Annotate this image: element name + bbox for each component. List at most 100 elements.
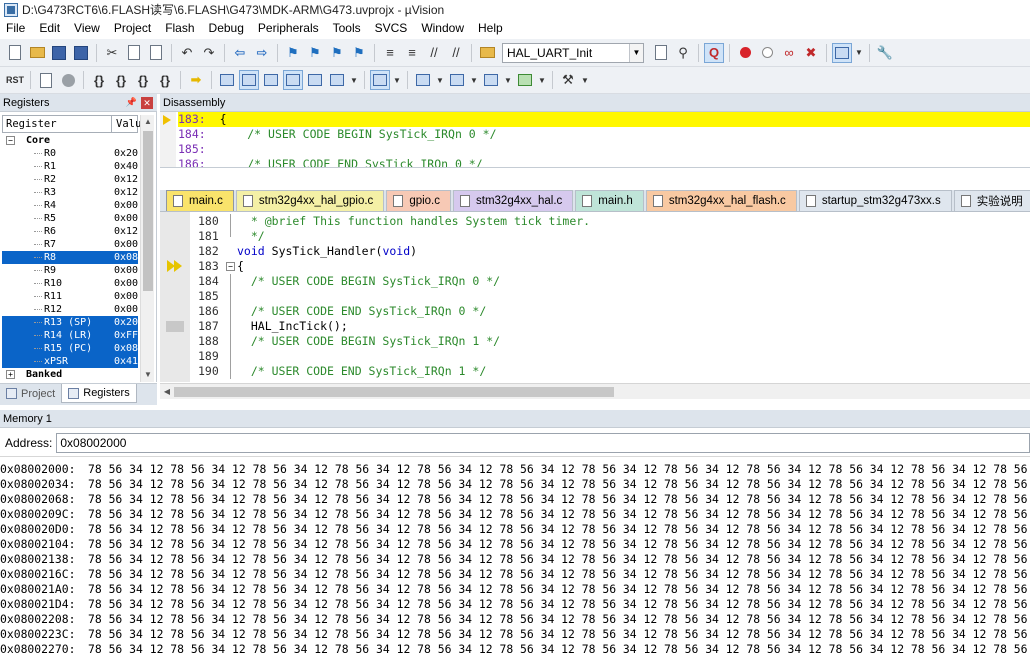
register-row[interactable]: R0 0x20 [2, 147, 138, 160]
scroll-down-icon[interactable]: ▼ [141, 368, 155, 382]
editor-tab-7[interactable]: startup_stm32g473xx.s [798, 190, 952, 211]
window-layout-button[interactable] [832, 42, 852, 63]
open-file-button[interactable] [27, 43, 47, 63]
undo-button[interactable]: ↶ [177, 43, 197, 63]
register-row[interactable]: R8 0x08 [2, 251, 138, 264]
analysis-window-button[interactable] [447, 70, 467, 90]
call-stack-window-button[interactable] [305, 70, 325, 90]
step-over-button[interactable]: {} [111, 70, 131, 90]
disassembly-line[interactable]: 185: [178, 142, 220, 157]
insert-breakpoint-button[interactable] [735, 43, 755, 63]
watch-window-button[interactable] [327, 70, 347, 90]
expand-icon[interactable]: + [6, 370, 15, 379]
navigate-forward-button[interactable]: ⇨ [252, 43, 272, 63]
menu-help[interactable]: Help [471, 19, 510, 38]
memory-window-button[interactable] [370, 70, 390, 90]
disassembly-line[interactable]: 183: { [178, 112, 1030, 127]
new-file-button[interactable] [5, 43, 25, 63]
menu-project[interactable]: Project [107, 19, 158, 38]
save-button[interactable] [49, 43, 69, 63]
register-row[interactable]: R1 0x40 [2, 160, 138, 173]
editor-tab-8[interactable]: 实验说明 [953, 190, 1030, 211]
close-icon[interactable]: ✕ [141, 97, 153, 109]
tab-registers[interactable]: Registers [61, 384, 137, 403]
disassembly-window-button[interactable] [239, 70, 259, 90]
pin-icon[interactable]: 📌 [126, 97, 137, 108]
uncomment-button[interactable]: // [446, 43, 466, 63]
code-line[interactable]: 185 [160, 289, 1030, 304]
register-row[interactable]: R4 0x00 [2, 199, 138, 212]
register-row[interactable]: R14 (LR) 0xFF [2, 329, 138, 342]
code-line[interactable]: 181 */ [160, 229, 1030, 244]
address-input[interactable]: 0x08002000 [56, 432, 1030, 453]
code-line[interactable]: 187 HAL_IncTick(); [160, 319, 1030, 334]
editor-tab-4[interactable]: stm32g4xx_hal.c [453, 190, 574, 211]
configure-button[interactable]: 🔧 [875, 43, 895, 63]
register-row[interactable]: xPSR 0x41 [2, 355, 138, 368]
menu-peripherals[interactable]: Peripherals [251, 19, 326, 38]
menu-flash[interactable]: Flash [158, 19, 201, 38]
menu-view[interactable]: View [67, 19, 107, 38]
run-to-cursor-button[interactable]: {} [155, 70, 175, 90]
register-row[interactable]: R7 0x00 [2, 238, 138, 251]
disassembly-line[interactable]: 184: /* USER CODE BEGIN SysTick_IRQn 0 *… [178, 127, 497, 142]
column-register[interactable]: Register [6, 118, 57, 130]
editor-tab-5[interactable]: main.h [575, 190, 644, 211]
code-line[interactable]: 182 void SysTick_Handler(void) [160, 244, 1030, 259]
menu-edit[interactable]: Edit [32, 19, 67, 38]
menu-tools[interactable]: Tools [326, 19, 368, 38]
editor-horizontal-scrollbar[interactable]: ◀ [160, 383, 1030, 399]
tab-project[interactable]: Project [0, 384, 61, 403]
reset-button[interactable]: RST [5, 70, 25, 90]
find-in-files-button[interactable] [477, 43, 497, 63]
register-row[interactable]: R10 0x00 [2, 277, 138, 290]
bookmark-toggle-button[interactable]: ⚑ [283, 43, 303, 63]
register-row[interactable]: R5 0x00 [2, 212, 138, 225]
indent-button[interactable]: ≡ [380, 43, 400, 63]
bookmark-clear-button[interactable]: ⚑ [349, 43, 369, 63]
memory-view[interactable]: 0x08002000: 78 56 34 12 78 56 34 12 78 56… [0, 460, 1030, 659]
register-row[interactable]: R11 0x00 [2, 290, 138, 303]
code-line[interactable]: 180 * @brief This function handles Syste… [160, 214, 1030, 229]
register-group-banked[interactable]: + Banked [2, 368, 138, 381]
code-line[interactable]: 183−{ [160, 259, 1030, 274]
code-line[interactable]: 184 /* USER CODE BEGIN SysTick_IRQn 0 */ [160, 274, 1030, 289]
toolbox-dropdown[interactable]: ▼ [580, 70, 590, 90]
trace-window-button[interactable] [481, 70, 501, 90]
breakpoint-marker[interactable] [166, 321, 184, 332]
scroll-left-icon[interactable]: ◀ [160, 384, 174, 400]
registers-window-button[interactable] [283, 70, 303, 90]
editor-tab-1[interactable]: main.c [166, 190, 234, 211]
register-row[interactable]: R3 0x12 [2, 186, 138, 199]
system-viewer-dropdown[interactable]: ▼ [537, 70, 547, 90]
menu-debug[interactable]: Debug [202, 19, 251, 38]
menu-window[interactable]: Window [414, 19, 471, 38]
window-layout-dropdown[interactable]: ▼ [854, 43, 864, 63]
function-combo[interactable]: HAL_UART_Init ▼ [502, 42, 644, 63]
register-row[interactable]: R6 0x12 [2, 225, 138, 238]
symbols-window-button[interactable] [261, 70, 281, 90]
bookmark-next-button[interactable]: ⚑ [327, 43, 347, 63]
show-next-statement-button[interactable]: ➡ [186, 70, 206, 90]
code-line[interactable]: 188 /* USER CODE BEGIN SysTick_IRQn 1 */ [160, 334, 1030, 349]
incremental-find-button[interactable]: ⚲ [673, 43, 693, 63]
register-row[interactable]: R15 (PC) 0x08 [2, 342, 138, 355]
redo-button[interactable]: ↷ [199, 43, 219, 63]
register-group-core[interactable]: − Core [2, 134, 138, 147]
code-editor[interactable]: 180 * @brief This function handles Syste… [160, 212, 1030, 382]
navigate-back-button[interactable]: ⇦ [230, 43, 250, 63]
disassembly-view[interactable]: 183: {184: /* USER CODE BEGIN SysTick_IR… [160, 112, 1030, 168]
kill-all-breakpoints-button[interactable]: ✖ [801, 43, 821, 63]
unindent-button[interactable]: ≡ [402, 43, 422, 63]
copy-button[interactable] [124, 43, 144, 63]
comment-button[interactable]: // [424, 43, 444, 63]
code-line[interactable]: 190 /* USER CODE END SysTick_IRQn 1 */ [160, 364, 1030, 379]
cut-button[interactable]: ✂ [102, 43, 122, 63]
scrollbar-thumb[interactable] [143, 131, 153, 291]
chevron-down-icon[interactable]: ▼ [629, 43, 643, 62]
find-button[interactable] [651, 43, 671, 63]
disassembly-line[interactable]: 186: /* USER CODE END SysTick_IRQn 0 */ [178, 157, 483, 167]
editor-tab-2[interactable]: stm32g4xx_hal_gpio.c [235, 190, 385, 211]
analysis-window-dropdown[interactable]: ▼ [469, 70, 479, 90]
enable-breakpoint-button[interactable] [757, 43, 777, 63]
